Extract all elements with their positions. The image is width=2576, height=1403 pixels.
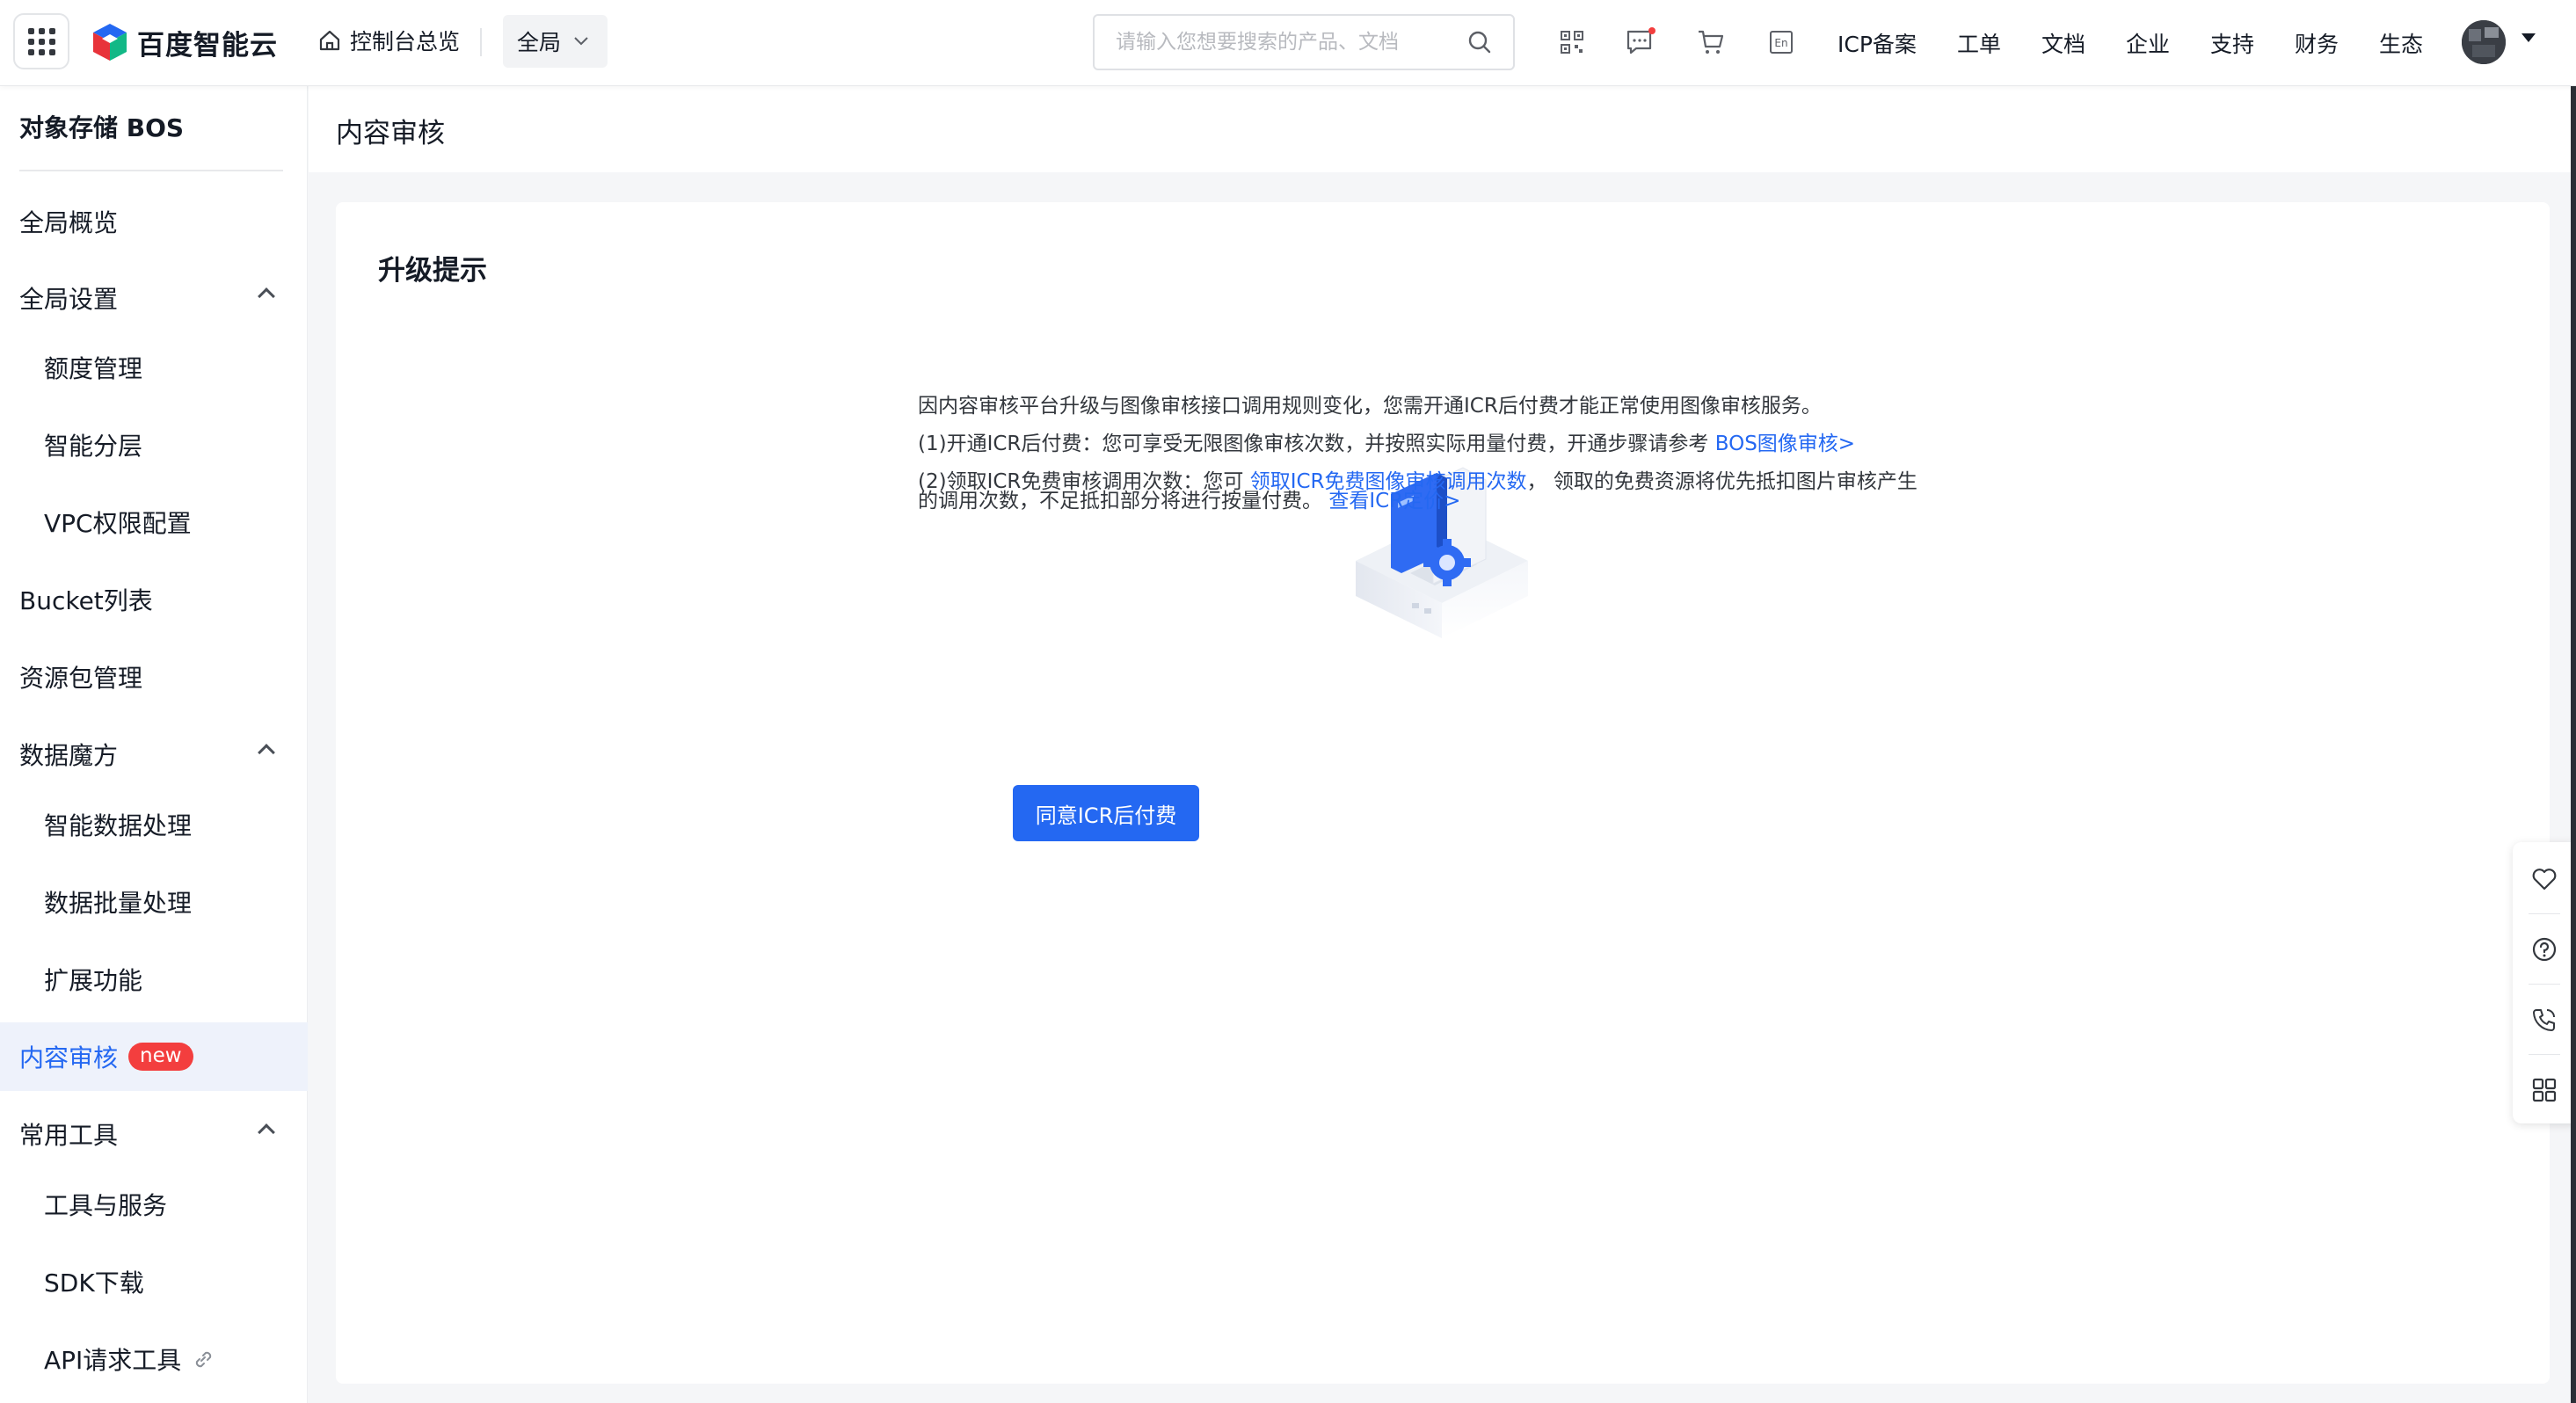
- floating-toolbar: [2513, 842, 2576, 1123]
- sidebar-item-batch-processing[interactable]: 数据批量处理: [0, 868, 308, 936]
- sidebar-item-tools-services[interactable]: 工具与服务: [0, 1170, 308, 1239]
- nav-link-docs[interactable]: 文档: [2041, 27, 2085, 59]
- search-input[interactable]: [1116, 31, 1467, 54]
- qrcode-icon[interactable]: [1556, 26, 1588, 58]
- external-link-icon: [192, 1348, 215, 1370]
- sidebar-item-label: 智能分层: [44, 432, 143, 461]
- sidebar-item-packages[interactable]: 资源包管理: [0, 643, 308, 711]
- top-navigation-bar: 百度智能云 控制台总览 全局 请输入您想要搜索的产品、文档 En ICP备案 工…: [0, 0, 2576, 86]
- notice-text: 因内容审核平台升级与图像审核接口调用规则变化，您需开通ICR后付费才能正常使用图…: [918, 395, 1822, 418]
- sidebar-item-label: 全局概览: [19, 208, 119, 237]
- notice-line-1: 因内容审核平台升级与图像审核接口调用规则变化，您需开通ICR后付费才能正常使用图…: [918, 389, 1822, 425]
- brand-name: 百度智能云: [137, 29, 278, 62]
- sidebar-item-label: 全局设置: [19, 285, 119, 314]
- sidebar-item-extensions[interactable]: 扩展功能: [0, 945, 308, 1014]
- notice-text: (1)开通ICR后付费：您可享受无限图像审核次数，并按照实际用量付费，开通步骤请…: [918, 433, 1715, 455]
- divider: [19, 170, 283, 171]
- sidebar-item-vpc[interactable]: VPC权限配置: [0, 488, 308, 556]
- chevron-up-icon[interactable]: [258, 287, 275, 305]
- console-home-link[interactable]: 控制台总览: [318, 25, 460, 56]
- phone-icon[interactable]: [2513, 985, 2576, 1055]
- sidebar-item-label: API请求工具: [44, 1346, 182, 1375]
- page-header: 内容审核: [309, 86, 2576, 172]
- product-menu-button[interactable]: [13, 13, 69, 69]
- region-select[interactable]: 全局: [503, 15, 608, 68]
- caret-down-icon[interactable]: [2521, 33, 2536, 42]
- search-icon[interactable]: [1467, 30, 1492, 55]
- nav-link-finance[interactable]: 财务: [2295, 27, 2339, 59]
- sidebar-item-label: 额度管理: [44, 354, 143, 383]
- chevron-up-icon[interactable]: [258, 1123, 275, 1141]
- chevron-up-icon[interactable]: [258, 744, 275, 761]
- brand-logo[interactable]: 百度智能云: [91, 19, 278, 65]
- region-value: 全局: [517, 30, 562, 55]
- notice-item-1: (1)开通ICR后付费：您可享受无限图像审核次数，并按照实际用量付费，开通步骤请…: [918, 426, 1855, 462]
- sidebar-item-data-cube[interactable]: 数据魔方: [0, 720, 308, 789]
- sidebar-item-label: VPC权限配置: [44, 509, 192, 538]
- grid-icon: [27, 27, 55, 55]
- chevron-down-icon: [574, 37, 588, 46]
- page-title: 内容审核: [336, 118, 445, 149]
- message-icon[interactable]: [1625, 26, 1656, 58]
- window-edge: [2571, 0, 2576, 1403]
- logo-cube-icon: [93, 24, 127, 61]
- sidebar-item-quota[interactable]: 额度管理: [0, 333, 308, 402]
- sidebar-item-global-settings[interactable]: 全局设置: [0, 264, 308, 332]
- agree-icr-postpaid-button[interactable]: 同意ICR后付费: [1013, 785, 1199, 841]
- sidebar-item-smart-processing[interactable]: 智能数据处理: [0, 790, 308, 859]
- nav-link-ecosystem[interactable]: 生态: [2379, 27, 2423, 59]
- upgrade-notice-card: 升级提示 因内容审核平台升级与图像审核接口调用规则变化，您需开通ICR后付费才能…: [336, 202, 2550, 1384]
- card-title: 升级提示: [378, 255, 487, 287]
- sidebar-item-content-moderation[interactable]: 内容审核 new: [0, 1022, 308, 1091]
- notice-text: ， 领取的免费资源将优先抵扣图片审核产生: [1526, 470, 1917, 493]
- sidebar-item-label: 工具与服务: [44, 1191, 168, 1220]
- apps-icon[interactable]: [2513, 1055, 2576, 1125]
- nav-link-icp[interactable]: ICP备案: [1837, 27, 1917, 59]
- global-search[interactable]: [1093, 14, 1515, 70]
- nav-link-support[interactable]: 支持: [2210, 27, 2254, 59]
- sidebar-item-label: Bucket列表: [19, 586, 153, 615]
- sidebar-item-label: 常用工具: [19, 1121, 119, 1150]
- sidebar-item-label: SDK下载: [44, 1269, 144, 1298]
- sidebar-item-label: 内容审核: [19, 1043, 119, 1072]
- new-badge: new: [128, 1043, 193, 1071]
- home-icon: [319, 30, 340, 51]
- sidebar: 对象存储 BOS 全局概览 全局设置 额度管理 智能分层 VPC权限配置 Buc…: [0, 86, 308, 1403]
- favorite-icon[interactable]: [2513, 844, 2576, 914]
- sidebar-item-buckets[interactable]: Bucket列表: [0, 565, 308, 634]
- console-home-label: 控制台总览: [350, 29, 461, 55]
- cart-icon[interactable]: [1695, 26, 1727, 58]
- notice-item-2-cont: 的调用次数，不足抵扣部分将进行按量付费。 查看ICR定价>: [918, 483, 1460, 520]
- sidebar-item-label: 资源包管理: [19, 664, 143, 693]
- divider: [480, 28, 482, 56]
- sidebar-item-api-tool[interactable]: API请求工具: [0, 1325, 308, 1393]
- sidebar-item-tools[interactable]: 常用工具: [0, 1100, 308, 1168]
- nav-link-enterprise[interactable]: 企业: [2126, 27, 2170, 59]
- nav-link-ticket[interactable]: 工单: [1957, 27, 2001, 59]
- icr-pricing-link[interactable]: 查看ICR定价>: [1328, 490, 1460, 512]
- language-en-icon[interactable]: En: [1765, 26, 1797, 58]
- bos-image-moderation-link[interactable]: BOS图像审核>: [1715, 433, 1855, 455]
- sidebar-item-label: 数据魔方: [19, 741, 119, 770]
- sidebar-title: 对象存储 BOS: [19, 113, 185, 142]
- sidebar-item-label: 智能数据处理: [44, 811, 193, 840]
- notice-text: 的调用次数，不足抵扣部分将进行按量付费。: [918, 490, 1329, 512]
- sidebar-item-tiering[interactable]: 智能分层: [0, 411, 308, 479]
- sidebar-item-label: 扩展功能: [44, 966, 143, 995]
- sidebar-item-overview[interactable]: 全局概览: [0, 187, 308, 256]
- language-label: En: [1774, 37, 1787, 49]
- sidebar-item-label: 数据批量处理: [44, 889, 193, 918]
- help-icon[interactable]: [2513, 914, 2576, 985]
- avatar[interactable]: [2462, 20, 2506, 64]
- sidebar-item-sdk[interactable]: SDK下载: [0, 1247, 308, 1316]
